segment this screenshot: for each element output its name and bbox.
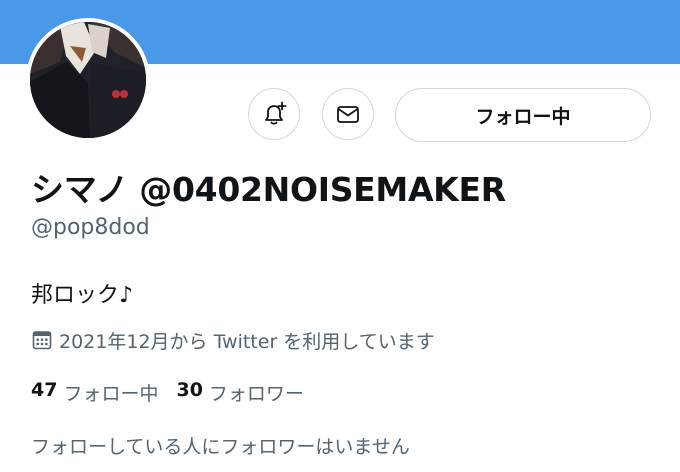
avatar[interactable] xyxy=(26,18,150,142)
join-date-text: 2021年12月から Twitter を利用しています xyxy=(59,330,435,353)
message-button[interactable] xyxy=(322,88,374,140)
followers-count: 30 xyxy=(176,379,203,401)
followed-by-note: フォローしている人にフォロワーはいません xyxy=(31,436,410,458)
bell-plus-icon xyxy=(261,101,287,127)
following-count: 47 xyxy=(31,379,58,401)
follow-stats: 47 フォロー中 30 フォロワー xyxy=(31,379,304,406)
calendar-icon xyxy=(31,329,53,351)
user-handle: @pop8dod xyxy=(31,215,150,240)
followers-label: フォロワー xyxy=(208,383,304,405)
following-button[interactable]: フォロー中 xyxy=(395,88,651,142)
envelope-icon xyxy=(335,101,361,127)
avatar-photo xyxy=(30,22,146,138)
following-link[interactable]: 47 フォロー中 xyxy=(31,379,158,406)
profile-page: フォロー中 シマノ @0402NOISEMAKER @pop8dod 邦ロック♪… xyxy=(0,0,680,472)
notification-button[interactable] xyxy=(248,88,300,140)
join-date: 2021年12月から Twitter を利用しています xyxy=(31,326,435,354)
following-label: フォロー中 xyxy=(63,383,159,405)
display-name: シマノ @0402NOISEMAKER xyxy=(31,170,506,209)
profile-bio: 邦ロック♪ xyxy=(31,283,134,308)
followers-link[interactable]: 30 フォロワー xyxy=(176,379,303,406)
